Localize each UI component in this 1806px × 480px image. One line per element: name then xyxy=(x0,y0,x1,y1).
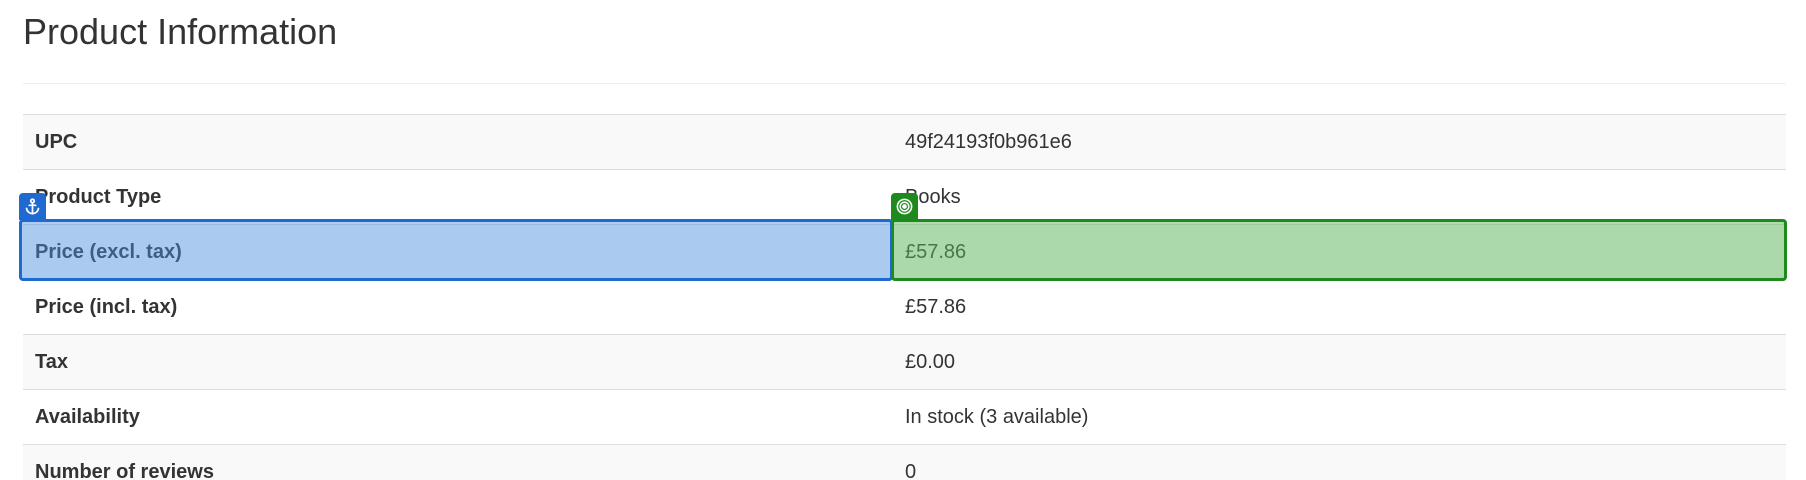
anchor-icon xyxy=(25,198,40,215)
product-page: Product Information UPC 49f24193f0b961e6… xyxy=(0,0,1806,480)
table-row: Tax £0.00 xyxy=(23,334,1786,390)
row-value-number-of-reviews: 0 xyxy=(893,444,1786,480)
target-tag xyxy=(891,193,918,220)
row-value-product-type: Books xyxy=(893,169,1786,225)
row-label-availability: Availability xyxy=(23,389,893,445)
anchor-tag xyxy=(19,193,46,220)
row-value-availability: In stock (3 available) xyxy=(893,389,1786,445)
anchor-highlight-box xyxy=(19,219,893,281)
table-row: Price (incl. tax) £57.86 xyxy=(23,279,1786,335)
target-highlight-box xyxy=(891,219,1787,281)
table-row: UPC 49f24193f0b961e6 xyxy=(23,114,1786,170)
row-label-price-incl-tax: Price (incl. tax) xyxy=(23,279,893,335)
row-label-number-of-reviews: Number of reviews xyxy=(23,444,893,480)
product-info-table: UPC 49f24193f0b961e6 Product Type Books … xyxy=(23,114,1786,480)
table-row: Number of reviews 0 xyxy=(23,444,1786,480)
row-label-product-type: Product Type xyxy=(23,169,893,225)
page-header: Product Information xyxy=(23,0,1786,84)
page-title: Product Information xyxy=(23,11,338,52)
row-label-upc: UPC xyxy=(23,114,893,170)
table-row: Availability In stock (3 available) xyxy=(23,389,1786,445)
target-icon xyxy=(896,198,913,215)
row-value-tax: £0.00 xyxy=(893,334,1786,390)
row-label-tax: Tax xyxy=(23,334,893,390)
row-value-price-incl-tax: £57.86 xyxy=(893,279,1786,335)
row-value-upc: 49f24193f0b961e6 xyxy=(893,114,1786,170)
